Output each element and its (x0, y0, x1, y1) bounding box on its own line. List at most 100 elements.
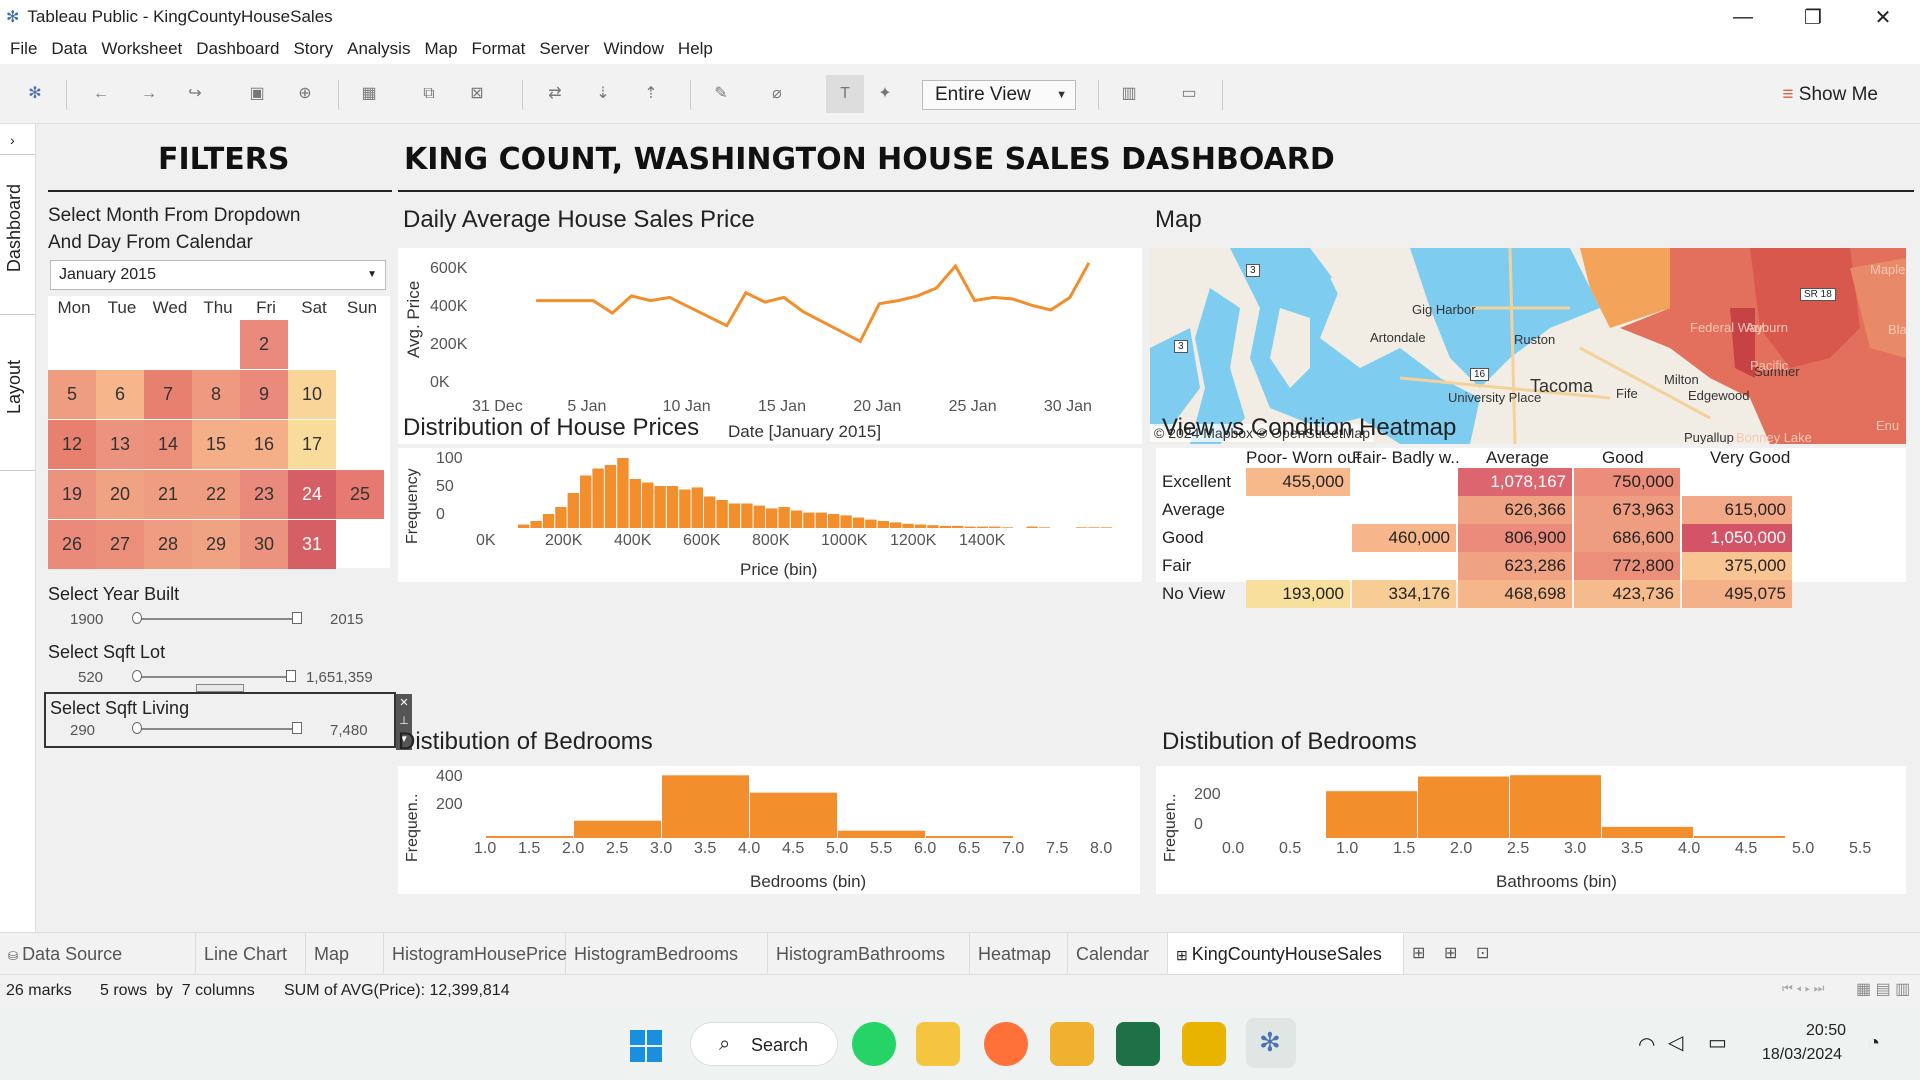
sort-descending-icon[interactable]: ⇡ (640, 84, 662, 104)
heatmap-cell[interactable]: 375,000 (1682, 552, 1792, 580)
resize-handle-icon[interactable] (196, 684, 244, 692)
heatmap-cell[interactable]: 423,736 (1574, 580, 1680, 608)
tableau-home-icon[interactable]: ✻ (24, 84, 46, 104)
calendar-day[interactable]: 28 (144, 520, 192, 569)
sheet-tab[interactable]: HistogramHousePrice (384, 933, 567, 975)
volume-icon[interactable]: ◁ (1668, 1030, 1683, 1055)
year-built-min-handle[interactable] (132, 612, 142, 624)
heatmap-cell[interactable]: 686,600 (1574, 524, 1680, 552)
menu-window[interactable]: Window (603, 39, 663, 59)
menu-format[interactable]: Format (472, 39, 526, 59)
calendar-day[interactable]: 12 (48, 420, 96, 469)
swap-icon[interactable]: ⇄ (544, 84, 566, 104)
calendar-day[interactable]: 9 (240, 370, 288, 419)
sheet-tab[interactable]: HistogramBathrooms (768, 933, 970, 975)
menu-help[interactable]: Help (678, 39, 713, 59)
calendar-day[interactable]: 14 (144, 420, 192, 469)
sheet-tab[interactable]: Calendar (1068, 933, 1168, 975)
calendar-day[interactable]: 22 (192, 470, 240, 519)
tab-nav-icon[interactable]: ⏮ ◂ ▸ ⏭ (1782, 981, 1824, 996)
new-datasource-icon[interactable]: ⊕ (294, 84, 316, 104)
heatmap-cell[interactable]: 334,176 (1352, 580, 1456, 608)
sheet-tab[interactable]: ⛁ Data Source (0, 933, 196, 975)
calendar-day[interactable]: 25 (336, 470, 384, 519)
sheet-tab[interactable]: Line Chart (196, 933, 306, 975)
sqft-living-max-handle[interactable] (292, 722, 302, 734)
sheet-tab[interactable]: ⊞ KingCountyHouseSales (1168, 933, 1404, 975)
show-me-button[interactable]: ≡ Show Me (1782, 80, 1878, 110)
calendar-day[interactable]: 15 (192, 420, 240, 469)
menu-story[interactable]: Story (293, 39, 333, 59)
heatmap-cell[interactable]: 193,000 (1246, 580, 1350, 608)
sqft-living-slider[interactable] (136, 728, 296, 730)
battery-icon[interactable]: ▭ (1708, 1030, 1727, 1055)
menu-file[interactable]: File (10, 39, 37, 59)
calendar-day[interactable]: 2 (240, 320, 288, 369)
calendar-day[interactable]: 10 (288, 370, 336, 419)
new-worksheet-tab-icon[interactable]: ⊞ (1412, 943, 1425, 963)
calendar-day[interactable]: 30 (240, 520, 288, 569)
calendar-day[interactable]: 19 (48, 470, 96, 519)
highlight-icon[interactable]: ✎ (710, 84, 732, 104)
calendar-day[interactable]: 23 (240, 470, 288, 519)
clear-sheet-icon[interactable]: ⊠ (466, 84, 488, 104)
sheet-tab[interactable]: HistogramBedrooms (566, 933, 768, 975)
presentation-icon[interactable]: ▭ (1178, 84, 1200, 104)
windows-start-icon[interactable] (628, 1028, 664, 1064)
heatmap-cell[interactable]: 495,075 (1682, 580, 1792, 608)
new-worksheet-icon[interactable]: ▦ (358, 84, 380, 104)
heatmap-cell[interactable]: 615,000 (1682, 496, 1792, 524)
notification-icon[interactable]: ◔ (1868, 1032, 1880, 1055)
heatmap-cell[interactable]: 455,000 (1246, 468, 1350, 496)
maximize-button[interactable]: ❐ (1784, 0, 1842, 34)
save-icon[interactable]: ▣ (246, 84, 268, 104)
taskbar-search[interactable]: ⌕ Search (690, 1022, 838, 1066)
calendar-day[interactable]: 31 (288, 520, 336, 569)
heatmap-cell[interactable]: 626,366 (1458, 496, 1572, 524)
heatmap-cell[interactable]: 750,000 (1574, 468, 1680, 496)
menu-data[interactable]: Data (51, 39, 87, 59)
firefox-icon[interactable] (984, 1022, 1028, 1066)
year-built-slider[interactable] (136, 618, 296, 620)
new-dashboard-tab-icon[interactable]: ⊞ (1444, 943, 1457, 963)
new-story-tab-icon[interactable]: ⊡ (1476, 943, 1489, 963)
excel-icon[interactable] (1116, 1022, 1160, 1066)
sheet-tab[interactable]: Heatmap (970, 933, 1068, 975)
undo-icon[interactable]: ← (90, 84, 112, 104)
calendar-day[interactable]: 27 (96, 520, 144, 569)
cards-icon[interactable]: ▥ (1118, 84, 1140, 104)
grid-view-icon[interactable]: ▦ ▤ ▥ (1856, 979, 1910, 999)
calendar-day[interactable]: 26 (48, 520, 96, 569)
show-labels-icon[interactable]: T (826, 75, 864, 113)
calendar-day[interactable]: 21 (144, 470, 192, 519)
heatmap-cell[interactable]: 772,800 (1574, 552, 1680, 580)
sqft-lot-slider[interactable] (136, 676, 296, 678)
calendar-day[interactable]: 7 (144, 370, 192, 419)
duplicate-sheet-icon[interactable]: ⧉ (418, 84, 440, 104)
calendar-day[interactable]: 8 (192, 370, 240, 419)
calendar-day[interactable]: 6 (96, 370, 144, 419)
calendar-day[interactable]: 20 (96, 470, 144, 519)
power-bi-icon[interactable] (1182, 1022, 1226, 1066)
menu-dashboard[interactable]: Dashboard (196, 39, 279, 59)
sheet-tab[interactable]: Map (306, 933, 384, 975)
sqft-lot-min-handle[interactable] (132, 670, 142, 682)
sqft-living-filter[interactable]: Select Sqft Living 290 7,480 (44, 692, 396, 748)
replay-icon[interactable]: ↪ (184, 84, 206, 104)
calendar-day[interactable]: 5 (48, 370, 96, 419)
heatmap-cell[interactable]: 673,963 (1574, 496, 1680, 524)
heatmap-cell[interactable]: 460,000 (1352, 524, 1456, 552)
heatmap-cell[interactable]: 1,078,167 (1458, 468, 1572, 496)
month-dropdown[interactable]: January 2015 ▼ (50, 260, 386, 290)
remove-icon[interactable]: ✕ (396, 694, 412, 712)
view-size-select[interactable]: Entire View ▼ (922, 80, 1076, 110)
fix-axes-icon[interactable]: ✦ (874, 84, 896, 104)
tab-dashboard[interactable]: Dashboard (4, 184, 25, 272)
tab-layout[interactable]: Layout (4, 360, 25, 414)
heatmap-cell[interactable]: 806,900 (1458, 524, 1572, 552)
calendar-day[interactable]: 13 (96, 420, 144, 469)
sqft-lot-max-handle[interactable] (286, 670, 296, 682)
sort-ascending-icon[interactable]: ⇣ (592, 84, 614, 104)
calendar-day[interactable]: 17 (288, 420, 336, 469)
calendar-day[interactable]: 16 (240, 420, 288, 469)
